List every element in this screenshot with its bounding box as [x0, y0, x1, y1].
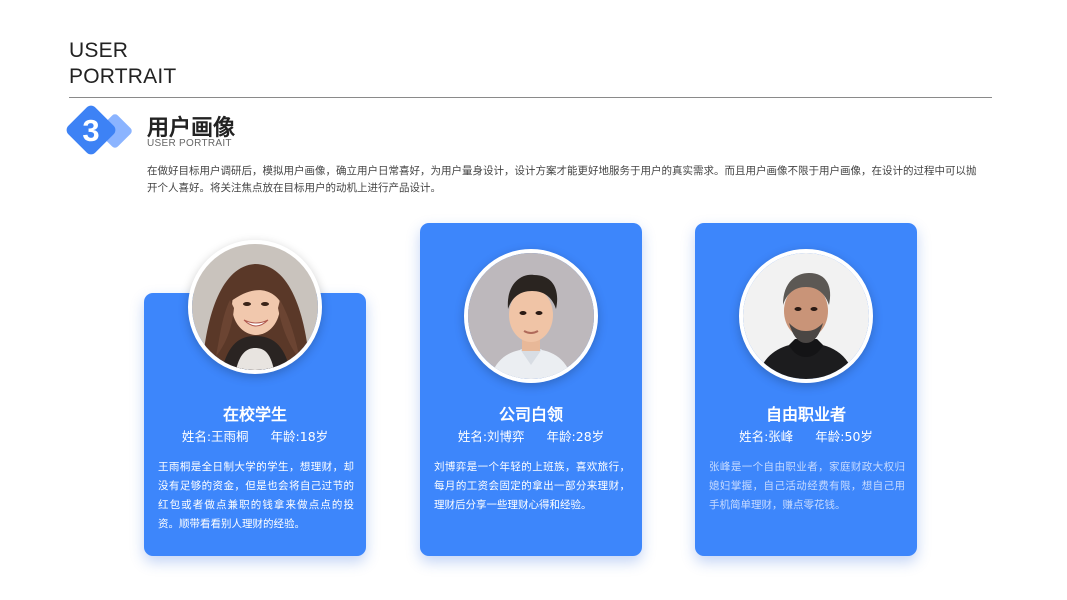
persona-role: 公司白领	[498, 405, 563, 424]
persona-name: 姓名:张峰	[739, 429, 794, 444]
persona-description: 刘博弈是一个年轻的上班族，喜欢旅行，每月的工资会固定的拿出一部分来理财，理财后分…	[434, 461, 630, 511]
persona-description: 王雨桐是全日制大学的学生，想理财，却没有足够的资金，但是也会将自己过节的红包或者…	[158, 461, 354, 530]
persona-role: 自由职业者	[765, 405, 846, 424]
persona-name: 姓名:王雨桐	[181, 429, 249, 444]
persona-meta: 姓名:刘博弈 年龄:28岁	[420, 426, 642, 445]
section-subtitle: USER PORTRAIT	[147, 138, 232, 149]
persona-description: 张峰是一个自由职业者，家庭财政大权归媳妇掌握，自己活动经费有限，想自己用手机简单…	[709, 461, 905, 511]
header-divider	[69, 97, 992, 98]
persona-age: 年龄:28岁	[546, 429, 605, 444]
persona-age: 年龄:18岁	[270, 429, 329, 444]
persona-age: 年龄:50岁	[815, 429, 873, 444]
female-student-avatar	[188, 240, 322, 374]
section-number: 3	[82, 113, 100, 148]
section-intro: 在做好目标用户调研后，模拟用户画像，确立用户日常喜好，为用户量身设计，设计方案才…	[147, 165, 977, 194]
middle-aged-man-avatar	[739, 249, 873, 383]
persona-role: 在校学生	[222, 405, 287, 424]
header-title-line1: USER	[69, 39, 129, 62]
persona-meta: 姓名:王雨桐 年龄:18岁	[144, 426, 366, 445]
header-title: USER PORTRAIT	[69, 38, 176, 90]
section-number-badge: 3	[64, 103, 138, 166]
header-title-line2: PORTRAIT	[69, 65, 177, 88]
persona-name: 姓名:刘博弈	[457, 429, 525, 444]
persona-meta: 姓名:张峰 年龄:50岁	[695, 426, 917, 445]
young-man-avatar	[464, 249, 598, 383]
